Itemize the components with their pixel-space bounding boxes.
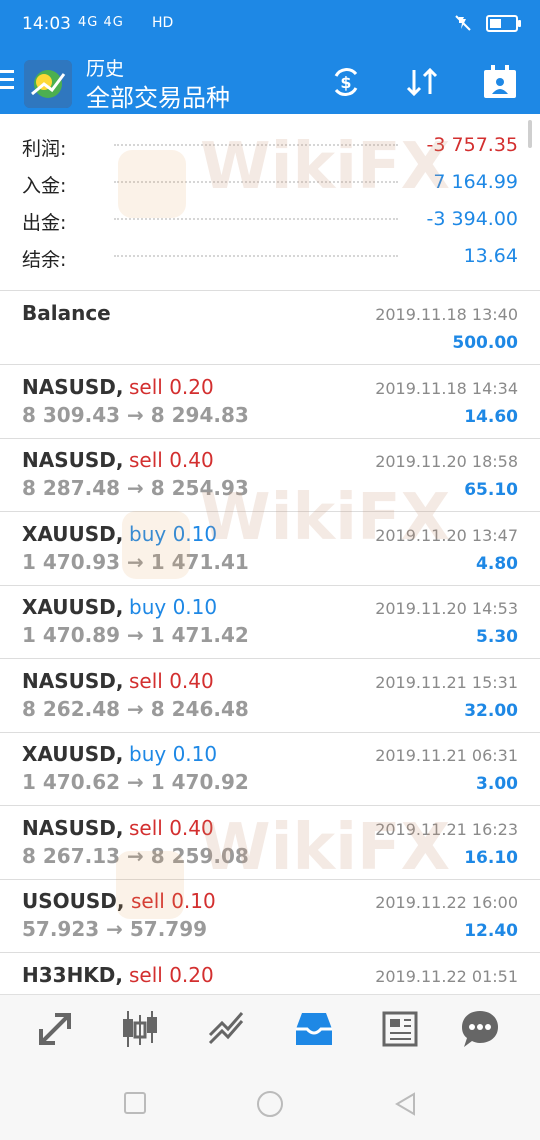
status-bar: 14:03 4G 4G HD [0, 0, 540, 52]
page-title: 历史 [86, 58, 125, 80]
summary-row-balance: 结余: 13.64 [22, 239, 518, 275]
deal-profit: 500.00 [452, 333, 518, 353]
news-icon[interactable] [378, 1007, 422, 1051]
deal-row[interactable]: XAUUSD, buy 0.10 1 470.89 → 1 471.42 2019.1… [0, 585, 540, 659]
mute-icon [455, 15, 471, 31]
calendar-icon[interactable] [480, 62, 520, 102]
summary-value: 13.64 [463, 245, 518, 267]
deal-profit: 32.00 [464, 700, 518, 721]
back-icon[interactable] [394, 1092, 416, 1116]
deal-symbol: NASUSD, [22, 374, 124, 399]
deal-profit: 5.30 [476, 627, 518, 647]
bottom-nav [0, 994, 540, 1067]
deal-prices: 8 309.43 → 8 294.83 [22, 402, 249, 427]
history-icon[interactable] [292, 1007, 336, 1051]
deal-symbol: NASUSD, [22, 815, 124, 840]
deal-prices: 1 470.89 → 1 471.42 [22, 623, 249, 647]
watermark-text: WikiFX [200, 811, 451, 885]
deal-action: sell 0.40 [129, 668, 214, 693]
deals-list[interactable]: Balance 2019.11.18 13:40 500.00 NASUSD, s… [0, 291, 540, 994]
menu-icon[interactable] [0, 70, 14, 94]
hd-indicator: HD [152, 15, 174, 31]
app-bar: 历史 全部交易品种 $ [0, 52, 540, 114]
deal-action: buy 0.10 [129, 595, 218, 619]
summary-label: 利润: [22, 138, 67, 160]
balance-row[interactable]: Balance 2019.11.18 13:40 500.00 [0, 291, 540, 365]
deal-row[interactable]: USOUSD, sell 0.10 57.923 → 57.799 2019.11.2… [0, 879, 540, 953]
deal-date: 2019.11.20 18:58 [375, 452, 518, 471]
deal-date: 2019.11.22 16:00 [375, 893, 518, 912]
watermark-text: WikiFX [200, 481, 451, 555]
deal-row[interactable]: H33HKD, sell 0.20 2019.11.22 01:51 [0, 953, 540, 995]
currency-exchange-icon[interactable]: $ [326, 62, 366, 102]
deal-prices: 8 262.48 → 8 246.48 [22, 696, 249, 721]
deal-row[interactable]: XAUUSD, buy 0.10 1 470.62 → 1 470.92 2019.1… [0, 732, 540, 806]
svg-text:$: $ [340, 73, 351, 92]
scrollbar[interactable] [528, 120, 532, 148]
watermark-logo-icon [116, 851, 184, 919]
summary-label: 结余: [22, 249, 67, 271]
deal-prices: 1 470.62 → 1 470.92 [22, 770, 249, 794]
deal-profit: 3.00 [476, 774, 518, 794]
deal-action: sell 0.20 [129, 962, 214, 987]
chat-icon[interactable] [458, 1007, 502, 1051]
deal-date: 2019.11.22 01:51 [375, 966, 518, 986]
deal-symbol: NASUSD, [22, 448, 124, 472]
deal-profit: 65.10 [464, 480, 518, 500]
summary-label: 出金: [22, 212, 67, 234]
deal-symbol: USOUSD, [22, 889, 125, 913]
quotes-icon[interactable] [33, 1007, 77, 1051]
deal-action: sell 0.40 [129, 448, 214, 472]
summary-row-withdrawal: 出金: -3 394.00 [22, 202, 518, 238]
watermark-logo-icon [122, 511, 190, 579]
deal-symbol: H33HKD, [22, 962, 124, 987]
deal-profit: 16.10 [464, 847, 518, 868]
deal-date: 2019.11.18 13:40 [375, 305, 518, 324]
battery-icon [486, 14, 521, 32]
deal-symbol: XAUUSD, [22, 595, 124, 619]
deal-profit: 12.40 [464, 921, 518, 941]
deal-row[interactable]: NASUSD, sell 0.20 8 309.43 → 8 294.83 2019.… [0, 365, 540, 439]
deal-symbol: NASUSD, [22, 668, 124, 693]
deal-date: 2019.11.21 06:31 [375, 746, 518, 765]
deal-symbol: XAUUSD, [22, 742, 124, 766]
system-nav-bar [0, 1066, 540, 1140]
trade-icon[interactable] [204, 1007, 248, 1051]
watermark-logo-icon [118, 150, 186, 218]
deal-date: 2019.11.20 14:53 [375, 599, 518, 618]
deal-profit: 14.60 [464, 406, 518, 427]
watermark-text: WikiFX [200, 130, 451, 204]
deal-prices: 57.923 → 57.799 [22, 917, 208, 941]
deal-profit: 4.80 [476, 553, 518, 574]
summary-label: 入金: [22, 175, 67, 197]
deal-date: 2019.11.18 14:34 [375, 378, 518, 398]
home-icon[interactable] [256, 1090, 284, 1118]
recents-icon[interactable] [124, 1092, 146, 1114]
deal-action: buy 0.10 [129, 742, 218, 766]
deal-date: 2019.11.21 15:31 [375, 672, 518, 692]
app-logo-icon[interactable] [24, 60, 72, 108]
status-time: 14:03 [22, 14, 71, 34]
signal-icon: 4G 4G [78, 15, 124, 30]
deal-symbol: XAUUSD, [22, 521, 124, 546]
chart-icon[interactable] [118, 1007, 162, 1051]
deal-row[interactable]: NASUSD, sell 0.40 8 262.48 → 8 246.48 2019.… [0, 659, 540, 733]
deal-action: sell 0.20 [129, 374, 214, 399]
symbol-filter[interactable]: 全部交易品种 [86, 78, 230, 113]
sort-icon[interactable] [402, 62, 442, 102]
summary-value: -3 394.00 [426, 208, 518, 230]
balance-label: Balance [22, 301, 111, 325]
